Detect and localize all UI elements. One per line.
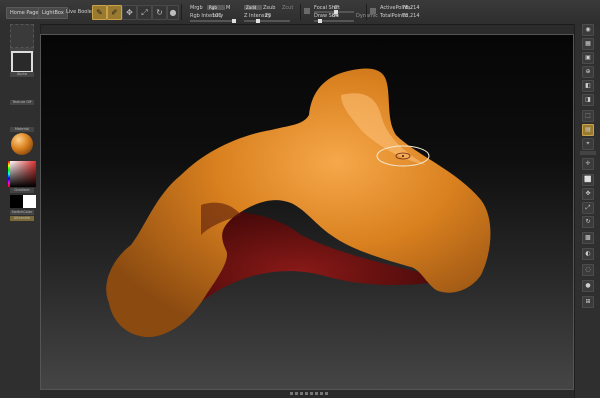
mrgb-label[interactable]: Mrgb <box>190 5 203 11</box>
scale-icon: ⤢ <box>141 8 148 17</box>
rotate-icon: ↻ <box>156 8 163 17</box>
scroll-button[interactable]: ▣ <box>582 52 594 64</box>
separator <box>300 4 301 20</box>
material-label: Material <box>10 127 34 132</box>
polyframe-icon: ▩ <box>585 234 591 241</box>
rgb-intensity-value: 100 <box>212 13 222 19</box>
draw-tool[interactable]: ✐ <box>107 5 122 20</box>
m-toggle[interactable]: M <box>226 5 230 11</box>
rgb-intensity-slider[interactable] <box>190 19 236 23</box>
brush-cursor-center <box>402 155 404 157</box>
z-intensity-slider[interactable] <box>244 19 290 23</box>
mesh-body <box>106 68 491 338</box>
left-shelf: Alpha Texture Off Material Gradient Swit… <box>0 24 41 398</box>
render-icon: ◉ <box>585 26 591 33</box>
material-sphere[interactable] <box>11 133 33 155</box>
ghost-button[interactable]: ◌ <box>582 264 594 276</box>
floor-icon: ▤ <box>585 126 591 133</box>
bpr-button[interactable]: ◉ <box>582 24 594 36</box>
actual-button[interactable]: ◧ <box>582 80 594 92</box>
solo-icon: ● <box>585 282 591 289</box>
local-button[interactable]: ⌖ <box>582 138 594 150</box>
home-page-button[interactable]: Home Page <box>6 7 43 19</box>
aa-half-icon: ◨ <box>585 96 591 103</box>
draw-size-value: 64 <box>332 13 339 19</box>
persp-button[interactable]: ⬚ <box>582 110 594 122</box>
alpha-label: Alpha <box>10 72 34 77</box>
points-icon <box>370 8 376 14</box>
frame-icon: ⬜ <box>584 176 592 183</box>
frame-button[interactable]: ⬜ <box>582 174 594 186</box>
draw-size-slider[interactable] <box>314 19 354 23</box>
rotate-icon: ↻ <box>585 218 591 225</box>
brush-icon: ● <box>169 8 177 17</box>
aahalf-button[interactable]: ◨ <box>582 94 594 106</box>
slider-handle[interactable] <box>318 19 322 23</box>
gradient-label[interactable]: Gradient <box>10 188 34 193</box>
rotate-tool[interactable]: ↻ <box>152 5 167 20</box>
canvas-viewport[interactable] <box>40 34 574 390</box>
scale-tool[interactable]: ⤢ <box>137 5 152 20</box>
transp-button[interactable]: ◐ <box>582 248 594 260</box>
stroke-thumbnail[interactable] <box>10 24 34 48</box>
scale-button[interactable]: ⤢ <box>582 202 594 214</box>
bottom-bar <box>40 390 574 398</box>
alternate-button[interactable]: Alternate <box>10 216 34 221</box>
grid-icon: ▦ <box>585 40 591 47</box>
slider-handle[interactable] <box>232 19 236 23</box>
slider-handle[interactable] <box>256 19 260 23</box>
edit-icon: ✎ <box>96 8 103 17</box>
zoom-icon: ⊕ <box>585 68 591 75</box>
move-icon: ✥ <box>126 8 133 17</box>
perspective-icon: ⬚ <box>585 112 591 119</box>
top-toolbar: Home Page LightBox Live Boolean ✎ ✐ ✥ ⤢ … <box>0 0 600 25</box>
zcut-toggle[interactable]: Zcut <box>282 5 293 11</box>
draw-icon: ✐ <box>111 8 118 17</box>
color-picker[interactable] <box>8 161 36 187</box>
primary-color[interactable] <box>10 195 23 208</box>
color-swatch[interactable] <box>304 8 310 14</box>
move-tool[interactable]: ✥ <box>122 5 137 20</box>
zsub-toggle[interactable]: Zsub <box>263 5 275 11</box>
z-intensity-value: 25 <box>265 13 272 19</box>
floor-button[interactable]: ▤ <box>582 124 594 136</box>
zoom-button[interactable]: ⊕ <box>582 66 594 78</box>
switch-color-button[interactable]: SwitchColor <box>10 210 34 215</box>
texture-label[interactable]: Texture Off <box>10 100 34 105</box>
local-icon: ⌖ <box>586 140 590 147</box>
move-icon: ✥ <box>585 190 591 197</box>
xyz-button[interactable]: ✛ <box>582 158 594 170</box>
tray-handle[interactable] <box>290 392 330 395</box>
xpose-icon: ⊞ <box>585 298 591 305</box>
axis-icon: ✛ <box>585 160 591 167</box>
right-shelf: ◉ ▦ ▣ ⊕ ◧ ◨ ⬚ ▤ ⌖ ✛ ⬜ ✥ ⤢ ↻ ▩ ◐ ◌ ● ⊞ <box>574 24 600 398</box>
scale-icon: ⤢ <box>585 204 591 211</box>
zadd-toggle[interactable]: Zadd <box>244 5 262 10</box>
rotate-button[interactable]: ↻ <box>582 216 594 228</box>
active-points-value: 78,214 <box>402 5 420 11</box>
edit-tool[interactable]: ✎ <box>92 5 107 20</box>
xpose-button[interactable]: ⊞ <box>582 296 594 308</box>
rgb-toggle[interactable]: Rgb <box>207 5 225 10</box>
separator <box>366 4 367 20</box>
solo-button[interactable]: ● <box>582 280 594 292</box>
symmetry-label <box>580 151 596 155</box>
actual-size-icon: ◧ <box>585 82 591 89</box>
move-button[interactable]: ✥ <box>582 188 594 200</box>
alpha-thumbnail[interactable] <box>11 51 33 73</box>
ghost-icon: ◌ <box>585 266 591 273</box>
separator <box>181 4 182 20</box>
lightbox-button[interactable]: LightBox <box>38 7 68 19</box>
mesh-render[interactable] <box>41 35 573 389</box>
secondary-color[interactable] <box>23 195 36 208</box>
spix-button[interactable]: ▦ <box>582 38 594 50</box>
brush-tool[interactable]: ● <box>167 5 179 20</box>
hue-strip[interactable] <box>8 161 10 187</box>
transparency-icon: ◐ <box>585 250 591 257</box>
polyf-button[interactable]: ▩ <box>582 232 594 244</box>
total-points-value: 78,214 <box>402 13 420 19</box>
scroll-icon: ▣ <box>585 54 591 61</box>
